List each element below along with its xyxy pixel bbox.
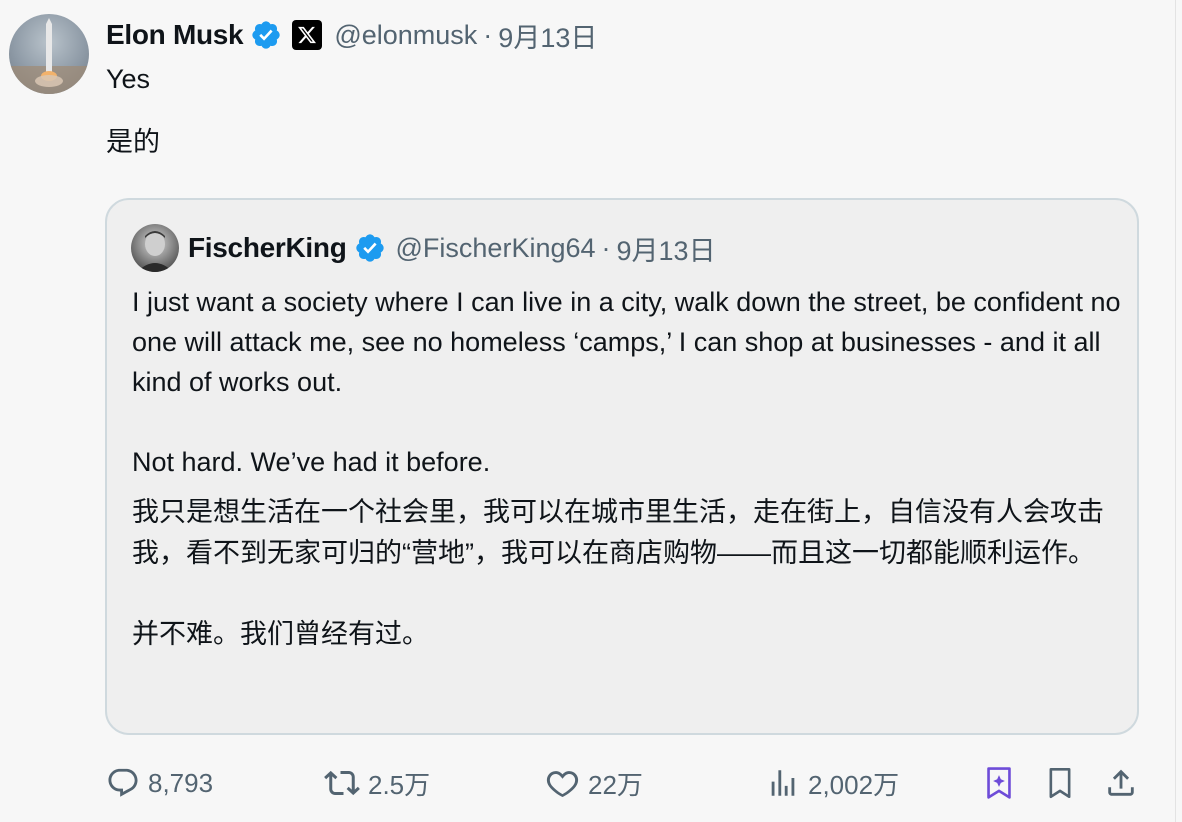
tweet-text: Yes <box>106 64 151 94</box>
bookmark-button[interactable] <box>1044 760 1076 806</box>
quoted-paragraph: I just want a society where I can live i… <box>132 287 1121 397</box>
grok-button[interactable] <box>983 760 1015 806</box>
x-logo-icon <box>292 20 323 50</box>
repost-icon <box>324 765 360 801</box>
quoted-tweet-body: I just want a society where I can live i… <box>132 282 1122 654</box>
like-icon <box>545 766 580 801</box>
tweet-translation: 是的 <box>106 127 160 157</box>
author-avatar[interactable] <box>9 14 89 94</box>
quoted-author-handle: @FischerKing64 <box>395 232 596 263</box>
verified-badge-icon[interactable] <box>250 19 282 51</box>
repost-count: 2.5万 <box>368 769 431 800</box>
share-icon <box>1104 766 1138 800</box>
tweet-header: Elon Musk @elonmusk · 9月13日 <box>106 14 597 56</box>
quoted-header-separator: · <box>601 232 611 263</box>
header-separator: · <box>483 19 493 50</box>
repost-button[interactable]: 2.5万 <box>324 760 430 806</box>
bookmark-icon <box>1044 766 1076 800</box>
views-icon <box>766 766 800 800</box>
quoted-author-name: FischerKing <box>188 232 347 263</box>
reply-icon <box>106 766 140 800</box>
author-handle[interactable]: @elonmusk <box>334 20 477 51</box>
reply-count: 8,793 <box>148 767 214 798</box>
quoted-translation-paragraph: 并不难。我们曾经有过。 <box>132 619 429 649</box>
quoted-tweet-header: FischerKing @FischerKing64 · 9月13日 <box>131 224 716 272</box>
quoted-paragraph: Not hard. We’ve had it before. <box>132 447 491 477</box>
timeline-border <box>1175 0 1176 822</box>
reply-button[interactable]: 8,793 <box>106 760 213 806</box>
quoted-tweet-date: 9月13日 <box>616 235 716 266</box>
share-button[interactable] <box>1104 760 1138 806</box>
quoted-tweet[interactable]: FischerKing @FischerKing64 · 9月13日 I jus… <box>105 198 1139 735</box>
like-button[interactable]: 22万 <box>545 760 643 806</box>
tweet-date[interactable]: 9月13日 <box>498 16 597 55</box>
quoted-translation-paragraph: 我只是想生活在一个社会里，我可以在城市里生活，走在街上，自信没有人会攻击我，看不… <box>132 497 1104 568</box>
action-bar: 8,793 2.5万 22万 2,002万 <box>0 760 1182 806</box>
views-count: 2,002万 <box>808 769 900 800</box>
grok-icon <box>983 766 1015 800</box>
like-count: 22万 <box>588 769 643 800</box>
views-button[interactable]: 2,002万 <box>766 760 899 806</box>
quoted-author-avatar <box>131 224 179 272</box>
verified-badge-icon <box>354 232 386 264</box>
author-name[interactable]: Elon Musk <box>106 19 244 51</box>
